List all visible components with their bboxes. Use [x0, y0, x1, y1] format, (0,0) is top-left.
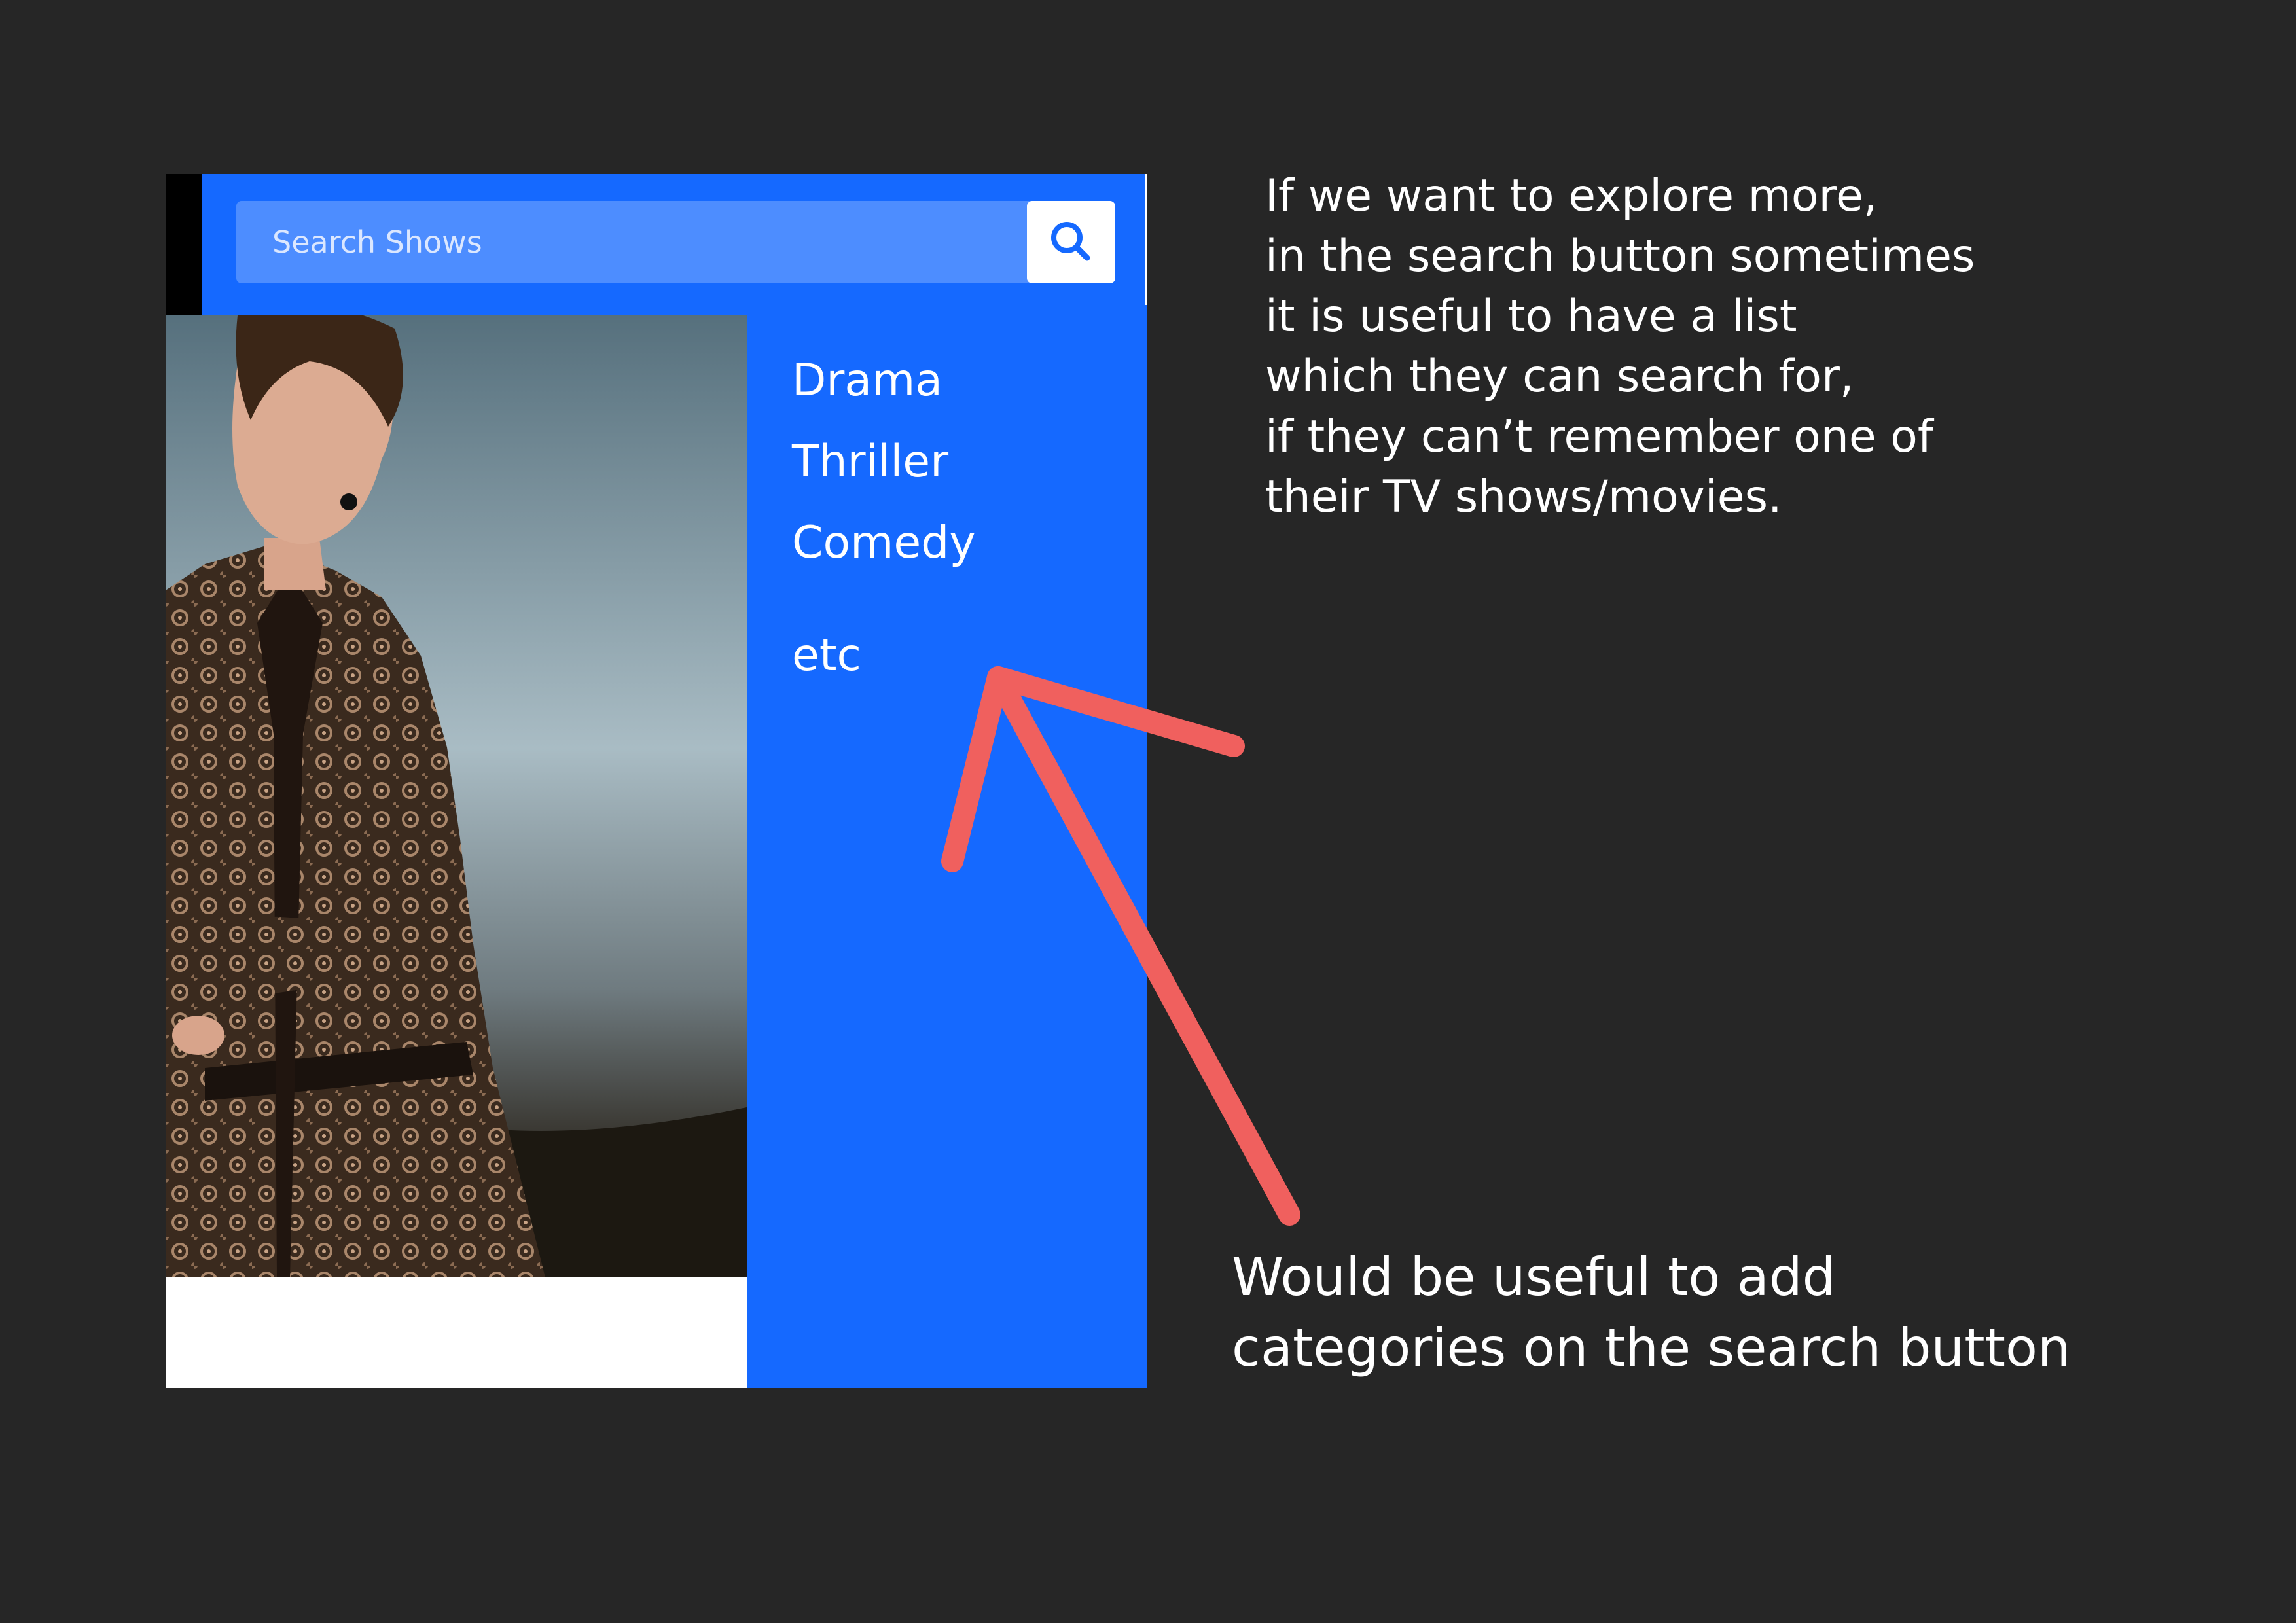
annotation-line: categories on the search button — [1232, 1317, 2071, 1378]
annotation-line: if they can’t remember one of — [1265, 411, 1933, 463]
annotation-line: Would be useful to add — [1232, 1247, 1836, 1308]
annotation-top-note: If we want to explore more, in the searc… — [1265, 174, 1975, 535]
genre-item-comedy[interactable]: Comedy — [792, 521, 976, 565]
genre-list: Drama Thriller Comedy etc — [792, 174, 1119, 959]
show-poster[interactable] — [166, 315, 747, 1277]
annotation-line: in the search button sometimes — [1265, 230, 1975, 282]
annotation-line: which they can search for, — [1265, 351, 1854, 402]
window-edge-right — [1145, 174, 1147, 305]
annotation-bottom-note: Would be useful to add categories on the… — [1232, 1251, 2071, 1393]
annotation-line: their TV shows/movies. — [1265, 471, 1782, 523]
app-mockup: Drama Thriller Comedy etc — [166, 174, 1147, 1388]
poster-caption-area — [166, 1277, 747, 1388]
genre-item-etc[interactable]: etc — [792, 633, 861, 678]
poster-image — [166, 315, 747, 1277]
window-edge — [166, 174, 202, 315]
annotation-line: it is useful to have a list — [1265, 291, 1797, 342]
genre-item-drama[interactable]: Drama — [792, 359, 942, 403]
annotation-line: If we want to explore more, — [1265, 170, 1878, 222]
genre-item-thriller[interactable]: Thriller — [792, 440, 948, 484]
